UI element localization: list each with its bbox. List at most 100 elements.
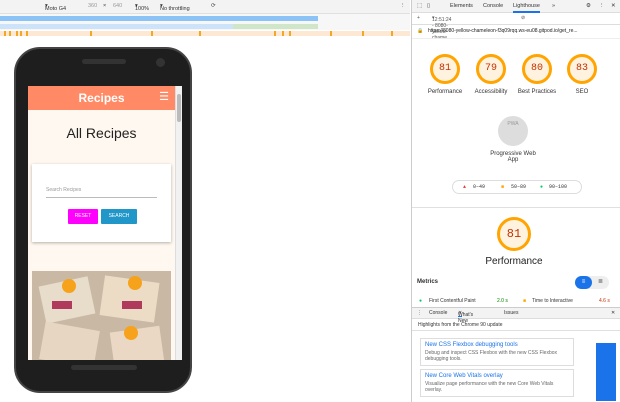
label-pwa: Progressive Web App <box>490 151 536 163</box>
label-performance: Performance <box>427 89 463 95</box>
score-accessibility[interactable]: 79 <box>476 54 506 84</box>
tab-lighthouse[interactable]: Lighthouse <box>513 0 540 13</box>
reset-button[interactable]: RESET <box>68 209 98 224</box>
inspect-icon[interactable]: ⬚ <box>417 3 422 9</box>
rotate-icon[interactable]: ⟳ <box>211 3 216 9</box>
metric2-label: Time to Interactive <box>532 298 573 304</box>
metric1-icon: ● <box>419 298 423 304</box>
legend-average: 50–89 <box>511 184 527 190</box>
expand-icon[interactable]: ≣ <box>592 276 609 289</box>
tab-console[interactable]: Console <box>483 3 503 9</box>
drawer-close-icon[interactable]: ✕ <box>611 310 615 316</box>
app-title: Recipes <box>78 91 125 105</box>
drawer-divider <box>412 330 620 331</box>
media-query-bar-3[interactable] <box>0 30 410 38</box>
divider <box>412 207 620 208</box>
mq-tick[interactable] <box>282 31 284 36</box>
throttle-select[interactable]: No throttling ▾ <box>160 3 190 12</box>
label-accessibility: Accessibility <box>474 89 508 95</box>
drawer-tabbar: ⋮ Console What's New ✕ Issues ✕ <box>412 308 620 324</box>
big-score: 81 <box>497 217 531 251</box>
news-item[interactable]: New Core Web Vitals overlay Visualize pa… <box>420 369 574 397</box>
lock-icon: 🔒 <box>417 28 424 34</box>
more-icon[interactable]: ⋮ <box>400 3 406 9</box>
drawer-menu-icon[interactable]: ⋮ <box>417 310 422 316</box>
close-icon[interactable]: ✕ <box>611 3 616 9</box>
page-heading: All Recipes <box>66 125 137 141</box>
gear-icon[interactable]: ⚙ <box>586 3 591 9</box>
mq-tick[interactable] <box>4 31 6 36</box>
app-bar: Recipes ☰ <box>28 86 175 110</box>
add-icon[interactable]: + <box>417 15 420 21</box>
score-performance[interactable]: 81 <box>430 54 460 84</box>
search-input[interactable]: Search Recipes <box>46 184 157 198</box>
metric2-icon: ■ <box>523 298 527 304</box>
bottom-speaker <box>71 365 137 370</box>
tab-elements[interactable]: Elements <box>450 3 473 9</box>
mq-tick[interactable] <box>9 31 11 36</box>
score-seo[interactable]: 83 <box>567 54 597 84</box>
score-best-practices[interactable]: 80 <box>522 54 552 84</box>
news-desc: Debug and inspect CSS Flexbox with the n… <box>425 350 558 362</box>
highlights-heading: Highlights from the Chrome 90 update <box>418 322 503 328</box>
drawer-tab-issues[interactable]: Issues <box>504 310 518 316</box>
list-icon[interactable]: ≡ <box>575 276 592 289</box>
news-title[interactable]: New Core Web Vitals overlay <box>425 373 503 379</box>
lighthouse-toolbar: + 12:51:24 - 8080-yellow-chame ▾ ⊘ <box>412 13 620 41</box>
search-card: Search Recipes RESET SEARCH <box>32 164 171 242</box>
kebab-icon[interactable]: ⋮ <box>599 3 605 9</box>
width-input[interactable]: 360 <box>88 3 97 9</box>
mq-tick[interactable] <box>151 31 153 36</box>
report-select[interactable]: 12:51:24 - 8080-yellow-chame ▾ <box>432 15 451 41</box>
media-query-bar-2[interactable] <box>0 22 410 30</box>
mq-tick[interactable] <box>199 31 201 36</box>
metrics-view-toggle[interactable]: ≡ ≣ <box>575 276 609 289</box>
metric1-label: First Contentful Paint <box>429 298 476 304</box>
label-best-practices: Best Practices <box>517 89 557 95</box>
devtools-drawer: ⋮ Console What's New ✕ Issues ✕ Highligh… <box>412 307 620 402</box>
mq-tick[interactable] <box>274 31 276 36</box>
circle-icon: ● <box>540 184 544 190</box>
metrics-row: ● First Contentful Paint 2.0 s ■ Time to… <box>417 298 620 306</box>
mq-tick[interactable] <box>90 31 92 36</box>
devtools-panel: ⬚ ▯ Elements Console Lighthouse » ⚙ ⋮ ✕ … <box>411 0 620 402</box>
metric1-value: 2.0 s <box>497 298 508 304</box>
news-desc: Visualize page performance with the new … <box>425 381 554 393</box>
metric2-value: 4.6 s <box>599 298 610 304</box>
page-content: All Recipes Search Recipes RESET SEARCH <box>28 110 175 360</box>
recipe-photo[interactable] <box>32 271 171 360</box>
media-query-bar[interactable] <box>0 14 410 22</box>
mq-tick[interactable] <box>16 31 18 36</box>
device-screen: Recipes ☰ All Recipes Search Recipes RES… <box>28 86 182 360</box>
device-toolbar: Moto G4 ▾ 360 × 640 100% ▾ No throttling… <box>0 0 410 14</box>
news-item[interactable]: New CSS Flexbox debugging tools Debug an… <box>420 338 574 366</box>
legend-fail: 0–49 <box>473 184 486 190</box>
mq-tick[interactable] <box>391 31 393 36</box>
video-thumbnail[interactable] <box>596 343 616 401</box>
drawer-tab-console[interactable]: Console <box>429 310 447 316</box>
clear-icon[interactable]: ⊘ <box>521 15 525 21</box>
drawer-tab-whats-new[interactable]: What's New ✕ <box>458 310 473 324</box>
mq-tick[interactable] <box>26 31 28 36</box>
mq-tick[interactable] <box>362 31 364 36</box>
news-title[interactable]: New CSS Flexbox debugging tools <box>425 342 518 348</box>
audited-url[interactable]: https://8080-yellow-chameleon-f3q09rqq.w… <box>428 28 578 34</box>
pwa-badge-icon[interactable]: PWA <box>498 116 528 146</box>
menu-icon[interactable]: ☰ <box>159 90 169 103</box>
device-select[interactable]: Moto G4 ▾ <box>45 3 66 12</box>
metrics-heading: Metrics <box>417 279 439 285</box>
legend-pass: 90–100 <box>549 184 568 190</box>
search-button[interactable]: SEARCH <box>101 209 137 224</box>
zoom-select[interactable]: 100% ▾ <box>135 3 149 12</box>
url-bar: 🔒 https://8080-yellow-chameleon-f3q09rqq… <box>412 25 620 39</box>
big-label: Performance <box>485 256 543 267</box>
mq-tick[interactable] <box>330 31 332 36</box>
mq-tick[interactable] <box>289 31 291 36</box>
tab-more[interactable]: » <box>552 3 555 9</box>
height-input[interactable]: 640 <box>113 3 122 9</box>
device-icon[interactable]: ▯ <box>427 3 430 9</box>
mq-tick[interactable] <box>20 31 22 36</box>
scrollbar[interactable] <box>175 86 182 360</box>
speaker <box>82 59 126 64</box>
triangle-icon: ▲ <box>463 184 467 190</box>
